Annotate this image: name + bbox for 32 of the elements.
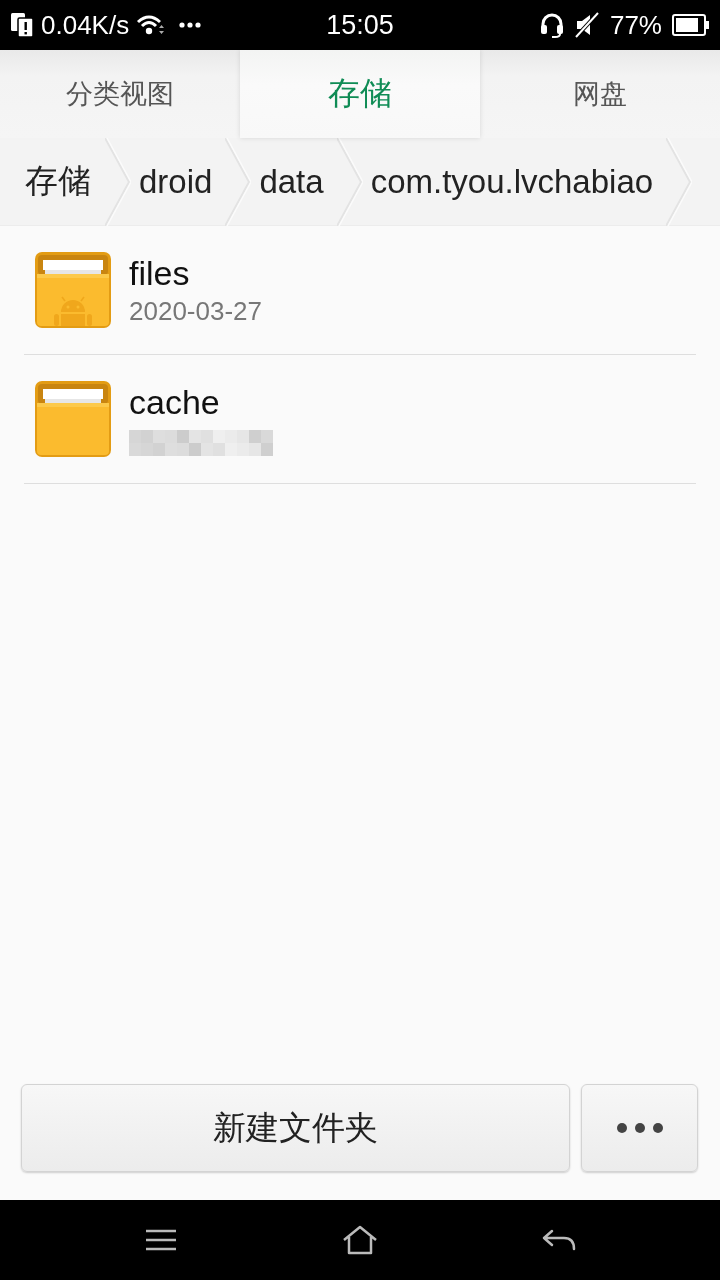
tab[interactable]: 分类视图 — [0, 50, 240, 138]
clock-time: 15:05 — [326, 10, 394, 40]
more-icon — [615, 1122, 664, 1134]
wifi-icon — [136, 13, 165, 37]
network-speed: 0.04K/s — [41, 10, 130, 40]
headset-icon — [539, 12, 564, 38]
tab[interactable]: 网盘 — [480, 50, 720, 138]
folder-icon — [35, 252, 111, 328]
home-button[interactable] — [342, 1225, 378, 1255]
folder-icon — [35, 381, 111, 457]
battery-icon — [672, 14, 710, 36]
breadcrumb-item[interactable]: data — [251, 138, 337, 225]
file-name: cache — [129, 382, 220, 422]
mute-icon — [573, 12, 600, 38]
back-button[interactable] — [541, 1229, 576, 1251]
dots-icon — [179, 22, 202, 28]
home-icon — [342, 1225, 378, 1255]
notification-icon — [10, 12, 34, 38]
breadcrumb-item[interactable]: com.tyou.lvchabiao — [362, 138, 667, 225]
tab[interactable]: 存储 — [240, 50, 480, 138]
battery-percent: 77% — [609, 10, 662, 40]
new-folder-button[interactable]: 新建文件夹 — [21, 1084, 570, 1172]
file-row[interactable]: files 2020-03-27 — [24, 226, 696, 355]
file-name: files — [129, 253, 190, 293]
menu-button[interactable] — [145, 1229, 178, 1251]
file-row[interactable]: cache — [24, 355, 696, 484]
more-button[interactable] — [581, 1084, 698, 1172]
back-icon — [541, 1229, 576, 1251]
breadcrumb-item[interactable]: droid — [131, 138, 226, 225]
file-date: 2020-03-27 — [129, 295, 262, 327]
breadcrumb-item[interactable]: 存储 — [25, 138, 105, 225]
menu-icon — [145, 1229, 178, 1251]
